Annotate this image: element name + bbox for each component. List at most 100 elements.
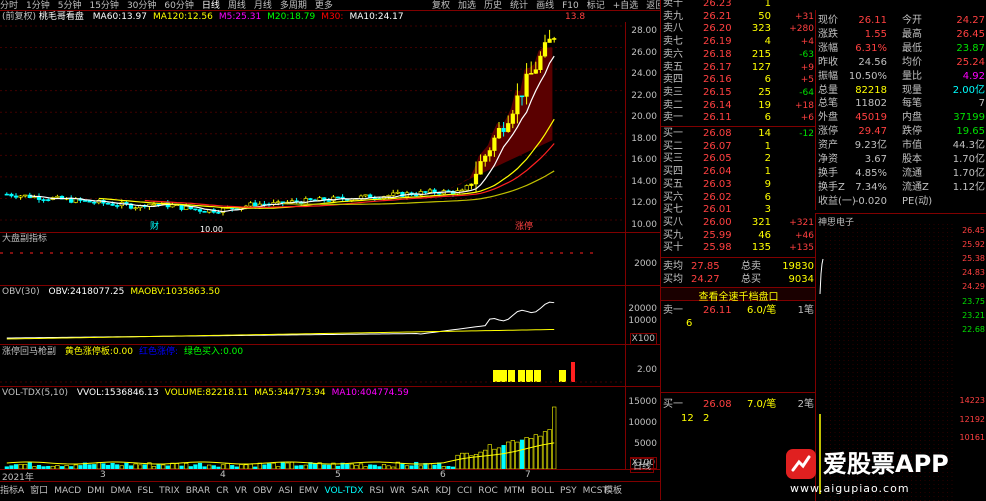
stat-value: -0.020 [854, 195, 887, 207]
order-volume: 323 [751, 23, 771, 35]
order-volume: 1 [764, 166, 771, 178]
level-label: 买一 [663, 399, 683, 410]
indicator-tab[interactable]: BRAR [186, 482, 210, 501]
order-volume: 6 [764, 191, 771, 203]
indicator-tab[interactable]: CR [216, 482, 229, 501]
book-divider [661, 392, 816, 393]
indicator-tab[interactable]: SAR [411, 482, 429, 501]
legend-label: MA10: [349, 12, 378, 22]
indicator-tab[interactable]: ASI [278, 482, 293, 501]
legend-label: M5: [218, 12, 236, 22]
indicator-tab[interactable]: EMV [299, 482, 319, 501]
period-tab[interactable]: 5分钟 [58, 1, 82, 10]
sub1-chart[interactable] [0, 245, 625, 285]
toolbar-action[interactable]: 标记 [587, 1, 605, 10]
obv-axis: 20000 10000 X100 [625, 286, 661, 345]
period-tab[interactable]: 分时 [0, 1, 18, 10]
toolbar-action[interactable]: 返回 [646, 1, 660, 10]
candle-body [216, 212, 221, 214]
candle-body [414, 194, 419, 197]
period-tab[interactable]: 多周期 [280, 1, 307, 10]
candle-body [552, 38, 557, 40]
indicator-tab[interactable]: 窗口 [30, 482, 48, 501]
indicator-tab[interactable]: RSI [369, 482, 384, 501]
period-tab[interactable]: 1分钟 [26, 1, 50, 10]
full-depth-link[interactable]: 查看全速千档盘口 [661, 287, 816, 303]
candle-body [133, 207, 138, 210]
zt-chart[interactable] [0, 358, 625, 386]
order-level: 买四 [663, 166, 683, 178]
period-tab[interactable]: 30分钟 [127, 1, 156, 10]
indicator-tab[interactable]: 指标A [0, 482, 24, 501]
period-tab[interactable]: 更多 [315, 1, 333, 10]
toolbar-action[interactable]: +自选 [613, 1, 639, 10]
legend-label: M20: [267, 12, 290, 22]
indicator-tab[interactable]: DMA [111, 482, 132, 501]
stat-value: 1.70亿 [952, 154, 985, 165]
toolbar-action[interactable]: 历史 [484, 1, 502, 10]
indicator-tab[interactable]: CCI [457, 482, 472, 501]
candle-body [193, 208, 198, 211]
period-tab[interactable]: 15分钟 [89, 1, 118, 10]
period-tab[interactable]: 日线 [202, 1, 220, 10]
indicator-tab[interactable]: BOLL [531, 482, 554, 501]
order-price: 26.17 [703, 61, 732, 73]
indicator-tab[interactable]: WR [390, 482, 405, 501]
volume-bar [460, 452, 465, 469]
period-tab[interactable]: 月线 [254, 1, 272, 10]
toolbar-action[interactable]: 加选 [458, 1, 476, 10]
indicator-tab[interactable]: DMI [87, 482, 104, 501]
indicator-tab[interactable]: FSL [137, 482, 153, 501]
toolbar-action[interactable]: F10 [562, 1, 579, 10]
legend-item: M30: [321, 12, 343, 22]
bid-detail: 12 [681, 413, 694, 424]
stat-label: 量比 [902, 70, 922, 82]
volume-bar [496, 447, 502, 469]
indicator-tab[interactable]: VR [235, 482, 247, 501]
order-level: 卖一 [663, 112, 683, 124]
candle-body [358, 195, 364, 199]
toolbar-action[interactable]: 复权 [432, 1, 450, 10]
candle-body [82, 200, 88, 202]
obv-chart[interactable] [0, 298, 625, 342]
price-tick: 10.00 [631, 219, 657, 230]
sub1-tick: 2000 [634, 259, 657, 269]
candle-body [483, 155, 488, 162]
stat-label: 最低 [902, 42, 922, 54]
candle-body [538, 55, 543, 70]
candle-body [510, 113, 515, 124]
stat-value: 4.85% [855, 167, 887, 179]
indicator-tab[interactable]: MTM [504, 482, 525, 501]
indicator-tab[interactable]: OBV [253, 482, 272, 501]
order-level: 卖三 [663, 86, 683, 98]
month-label: 5 [335, 470, 341, 480]
template-tab[interactable]: 模板 [604, 482, 622, 501]
stat-label: 股本 [902, 154, 922, 165]
stat-label: 内盘 [902, 112, 922, 124]
candle-body [492, 137, 497, 151]
period-tab[interactable]: 周线 [228, 1, 246, 10]
indicator-tab[interactable]: MACD [54, 482, 81, 501]
divider [0, 344, 660, 345]
candlestick-chart[interactable]: 28.5710.00财涨停 [0, 22, 625, 232]
legend-value: 24.17 [377, 12, 404, 22]
mini-tick: 23.75 [962, 296, 985, 306]
order-row: 买四 26.04 1 [661, 166, 816, 178]
period-tab[interactable]: 60分钟 [164, 1, 193, 10]
indicator-tab[interactable]: KDJ [435, 482, 451, 501]
indicator-tab[interactable]: PSY [560, 482, 577, 501]
order-price: 26.14 [703, 99, 732, 111]
indicator-tab[interactable]: TRIX [159, 482, 180, 501]
indicator-tab[interactable]: VOL-TDX [324, 482, 363, 501]
stat-row: 现价 26.11 今开 24.27 [816, 15, 986, 27]
candle-body [202, 211, 207, 213]
order-level: 买七 [663, 204, 683, 216]
stat-row: 涨幅 6.31% 最低 23.87 [816, 43, 986, 55]
toolbar-action[interactable]: 画线 [536, 1, 554, 10]
indicator-tab[interactable]: ROC [478, 482, 498, 501]
volume-chart[interactable] [0, 399, 625, 469]
brand-watermark: 爱股票APP [785, 448, 985, 480]
order-price: 26.19 [703, 36, 732, 48]
toolbar-action[interactable]: 统计 [510, 1, 528, 10]
price-tick: 14.00 [631, 176, 657, 187]
